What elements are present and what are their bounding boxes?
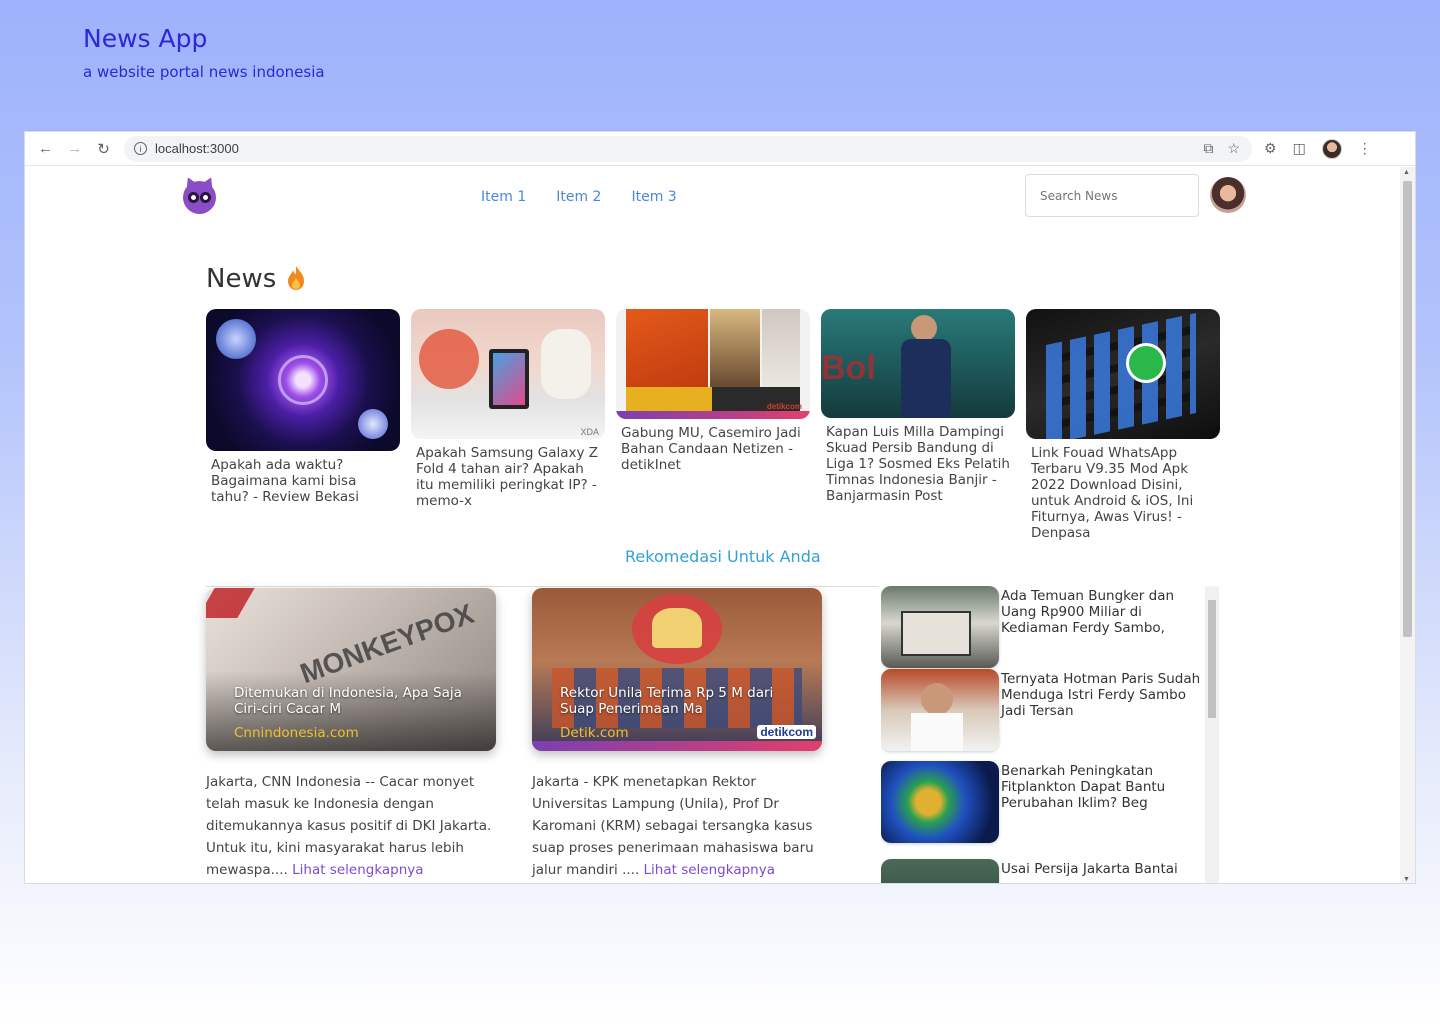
- news-card-caption[interactable]: Gabung MU, Casemiro Jadi Bahan Candaan N…: [616, 425, 810, 473]
- profile-avatar-icon[interactable]: [1321, 138, 1342, 159]
- recommend-card-desc: Jakarta, CNN Indonesia -- Cacar monyet t…: [206, 771, 496, 881]
- news-card-image[interactable]: XDA: [411, 309, 605, 439]
- recommend-card-desc: Jakarta - KPK menetapkan Rektor Universi…: [532, 771, 822, 881]
- side-item-title[interactable]: Benarkah Peningkatan Fitplankton Dapat B…: [999, 761, 1204, 843]
- side-item-title[interactable]: Ada Temuan Bungker dan Uang Rp900 Miliar…: [999, 586, 1204, 668]
- side-item-image[interactable]: [881, 669, 999, 751]
- xda-watermark: XDA: [580, 427, 599, 437]
- read-more-link[interactable]: Lihat selengkapnya: [292, 862, 423, 878]
- browser-toolbar: ← → ↻ i localhost:3000 ⧉ ☆ ⚙ ◫ ⋮: [25, 132, 1415, 166]
- side-item-image[interactable]: [881, 761, 999, 843]
- menu-kebab-icon[interactable]: ⋮: [1358, 140, 1372, 157]
- top-nav: Item 1 Item 2 Item 3: [481, 189, 677, 205]
- recommend-side-list: Ada Temuan Bungker dan Uang Rp900 Miliar…: [881, 586, 1221, 883]
- news-card[interactable]: Apakah ada waktu? Bagaimana kami bisa ta…: [206, 309, 400, 505]
- recommend-card[interactable]: detikcom Rektor Unila Terima Rp 5 M dari…: [532, 588, 822, 881]
- nav-item-2[interactable]: Item 2: [556, 189, 601, 205]
- news-card[interactable]: XDA Apakah Samsung Galaxy Z Fold 4 tahan…: [411, 309, 605, 509]
- recommend-card-source: Cnnindonesia.com: [234, 725, 359, 741]
- news-card-caption[interactable]: Link Fouad WhatsApp Terbaru V9.35 Mod Ap…: [1026, 445, 1220, 541]
- nav-item-3[interactable]: Item 3: [631, 189, 676, 205]
- recommend-heading: Rekomedasi Untuk Anda: [625, 547, 821, 566]
- side-item-image[interactable]: [881, 586, 999, 668]
- news-card-caption[interactable]: Kapan Luis Milla Dampingi Skuad Persib B…: [821, 424, 1015, 504]
- news-card-image[interactable]: detikcom: [616, 309, 810, 419]
- side-list-item[interactable]: Ternyata Hotman Paris Sudah Menduga Istr…: [881, 669, 1204, 751]
- recommend-card-title[interactable]: Ditemukan di Indonesia, Apa Saja Ciri-ci…: [234, 685, 474, 717]
- bookmark-star-icon[interactable]: ☆: [1227, 140, 1240, 157]
- news-card-image[interactable]: [1026, 309, 1220, 439]
- read-more-link[interactable]: Lihat selengkapnya: [644, 862, 775, 878]
- news-card[interactable]: Bol Kapan Luis Milla Dampingi Skuad Pers…: [821, 309, 1015, 504]
- side-list-scrollbar[interactable]: [1205, 586, 1219, 883]
- forward-arrow-icon[interactable]: →: [60, 135, 89, 163]
- search-input[interactable]: [1025, 174, 1199, 217]
- browser-window: ← → ↻ i localhost:3000 ⧉ ☆ ⚙ ◫ ⋮ Item 1 …: [24, 131, 1416, 884]
- side-item-title[interactable]: Usai Persija Jakarta Bantai: [999, 859, 1204, 883]
- share-icon[interactable]: ⧉: [1203, 140, 1213, 157]
- page-scrollbar[interactable]: ▲ ▼: [1400, 167, 1415, 883]
- news-card[interactable]: Link Fouad WhatsApp Terbaru V9.35 Mod Ap…: [1026, 309, 1220, 541]
- news-heading: News: [206, 264, 277, 294]
- recommend-card-source: Detik.com: [560, 725, 629, 741]
- owl-logo-icon[interactable]: [182, 174, 217, 214]
- nav-item-1[interactable]: Item 1: [481, 189, 526, 205]
- recommend-card-image[interactable]: detikcom Rektor Unila Terima Rp 5 M dari…: [532, 588, 822, 751]
- extensions-puzzle-icon[interactable]: ⚙: [1264, 140, 1277, 157]
- news-card-image[interactable]: [206, 309, 400, 451]
- recommend-card[interactable]: MONKEYPOX Ditemukan di Indonesia, Apa Sa…: [206, 588, 496, 881]
- detik-watermark: detikcom: [766, 402, 802, 411]
- news-card-caption[interactable]: Apakah ada waktu? Bagaimana kami bisa ta…: [206, 457, 400, 505]
- site-info-icon[interactable]: i: [134, 142, 147, 155]
- user-avatar[interactable]: [1210, 177, 1246, 213]
- address-bar[interactable]: i localhost:3000 ⧉ ☆: [124, 135, 1252, 162]
- hero-title: News App: [83, 24, 208, 53]
- side-list-item[interactable]: Benarkah Peningkatan Fitplankton Dapat B…: [881, 761, 1204, 843]
- divider: [206, 586, 879, 587]
- side-item-image[interactable]: [881, 859, 999, 883]
- url-text: localhost:3000: [155, 141, 239, 156]
- side-list-item[interactable]: Usai Persija Jakarta Bantai: [881, 859, 1204, 883]
- side-panel-icon[interactable]: ◫: [1293, 140, 1306, 157]
- back-arrow-icon[interactable]: ←: [31, 135, 60, 163]
- side-item-title[interactable]: Ternyata Hotman Paris Sudah Menduga Istr…: [999, 669, 1204, 751]
- fire-icon: [288, 266, 304, 290]
- news-card-caption[interactable]: Apakah Samsung Galaxy Z Fold 4 tahan air…: [411, 445, 605, 509]
- recommend-card-image[interactable]: MONKEYPOX Ditemukan di Indonesia, Apa Sa…: [206, 588, 496, 751]
- page-viewport: Item 1 Item 2 Item 3 News Apakah ada wak…: [25, 167, 1401, 883]
- detik-watermark: detikcom: [757, 725, 816, 739]
- hero-subtitle: a website portal news indonesia: [83, 63, 325, 81]
- news-card-image[interactable]: Bol: [821, 309, 1015, 418]
- side-list-item[interactable]: Ada Temuan Bungker dan Uang Rp900 Miliar…: [881, 586, 1204, 668]
- reload-icon[interactable]: ↻: [89, 135, 118, 163]
- recommend-card-title[interactable]: Rektor Unila Terima Rp 5 M dari Suap Pen…: [560, 685, 800, 717]
- news-card[interactable]: detikcom Gabung MU, Casemiro Jadi Bahan …: [616, 309, 810, 473]
